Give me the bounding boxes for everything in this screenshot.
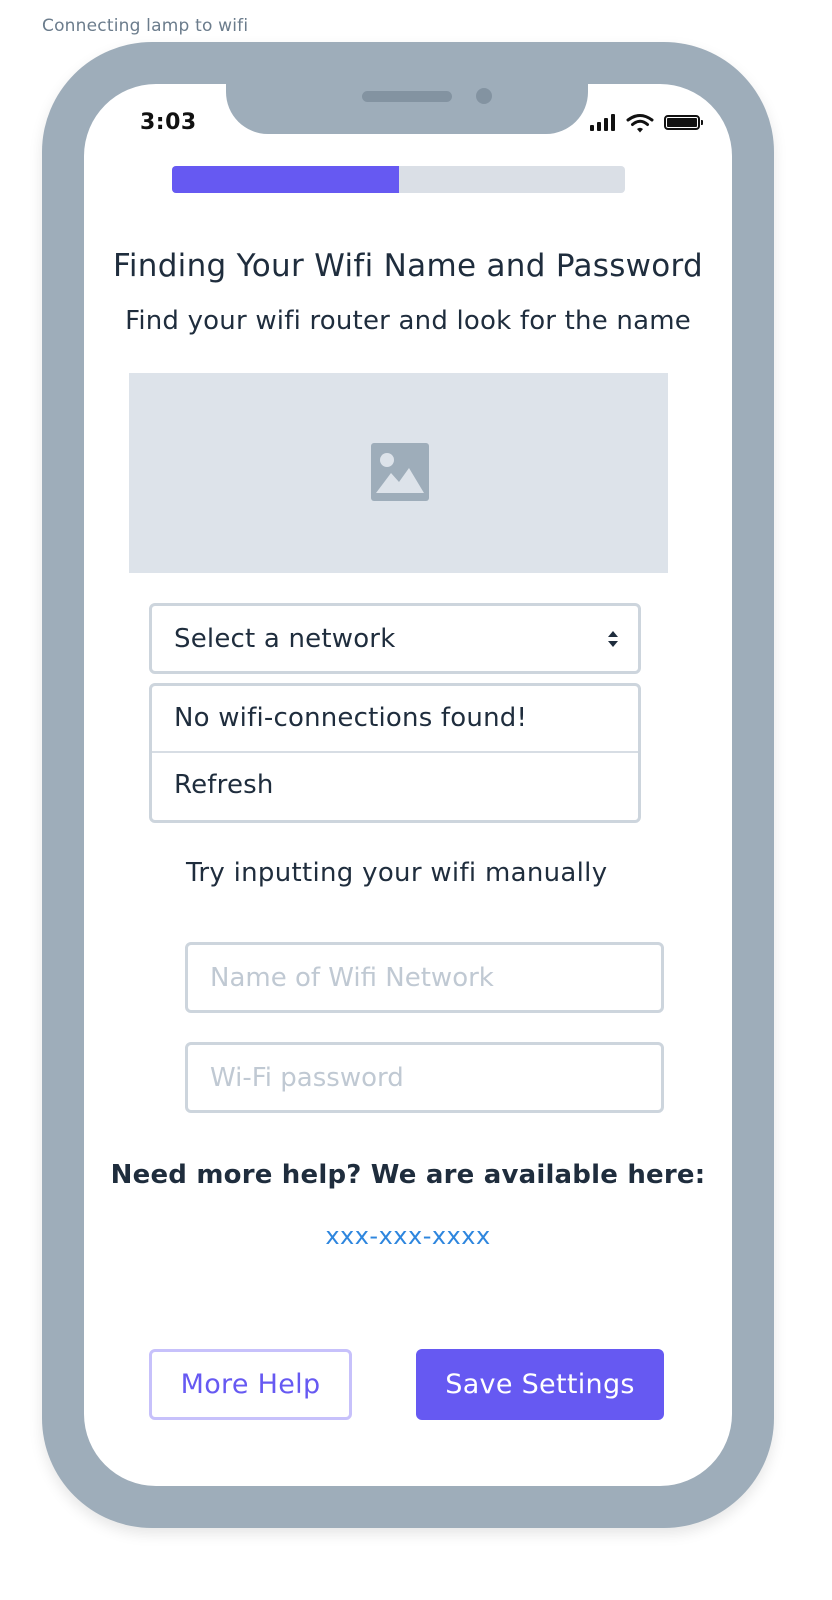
wifi-name-input[interactable] [185,942,664,1013]
progress-fill [172,166,399,193]
dropdown-item-no-connections: No wifi-connections found! [152,686,638,753]
network-select[interactable]: Select a network [149,603,641,674]
front-camera [476,88,492,104]
network-dropdown-list: No wifi-connections found! Refresh [149,683,641,823]
network-select-label: Select a network [174,624,396,654]
battery-icon [664,115,703,130]
image-placeholder-icon [371,443,429,501]
dropdown-item-refresh[interactable]: Refresh [152,753,638,820]
speaker-grille [362,91,452,102]
page-subtitle: Find your wifi router and look for the n… [125,306,691,336]
progress-bar [172,166,625,193]
save-settings-button[interactable]: Save Settings [416,1349,664,1420]
wifi-icon [626,114,654,133]
status-icons [588,112,708,134]
wifi-password-input[interactable] [185,1042,664,1113]
router-image [129,373,668,573]
chevron-updown-icon [608,631,618,647]
manual-input-hint: Try inputting your wifi manually [186,858,608,888]
frame-label: Connecting lamp to wifi [42,16,249,36]
help-heading: Need more help? We are available here: [110,1160,706,1190]
help-phone-link[interactable]: xxx-xxx-xxxx [84,1222,732,1250]
page-title: Finding Your Wifi Name and Password [112,248,704,284]
status-time: 3:03 [140,110,197,135]
more-help-button[interactable]: More Help [149,1349,352,1420]
signal-icon [588,112,620,134]
